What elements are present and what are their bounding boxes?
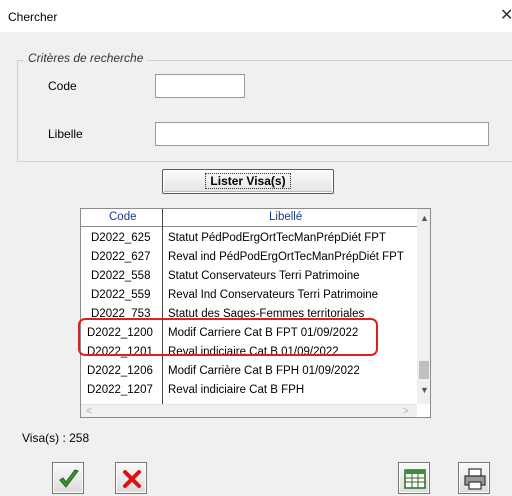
- title-bar: Chercher ✕: [0, 0, 512, 32]
- horizontal-scrollbar[interactable]: < >: [81, 404, 417, 417]
- cancel-button[interactable]: [115, 462, 147, 494]
- table-row[interactable]: D2022_559 Reval Ind Conservateurs Terri …: [81, 286, 417, 305]
- scroll-up-icon[interactable]: ▲: [420, 213, 429, 223]
- lister-visas-label: Lister Visa(s): [205, 173, 291, 189]
- table-row[interactable]: D2022_1201 Reval indiciaire Cat B 01/09/…: [81, 343, 417, 362]
- row-libelle: Statut Conservateurs Terri Patrimoine: [168, 270, 360, 282]
- row-code: D2022_1206: [87, 365, 153, 377]
- row-code: D2022_625: [91, 232, 151, 244]
- ok-button[interactable]: [52, 462, 84, 494]
- visa-results-grid[interactable]: Code Libellé D2022_625 Statut PédPodErgO…: [80, 208, 431, 418]
- row-libelle: Reval indiciaire Cat B 01/09/2022: [168, 346, 339, 358]
- code-input[interactable]: [155, 74, 245, 98]
- scroll-right-icon[interactable]: >: [403, 406, 409, 417]
- row-code: D2022_753: [91, 308, 151, 320]
- lister-visas-button[interactable]: Lister Visa(s): [162, 169, 334, 194]
- checkmark-icon: [59, 469, 79, 488]
- scroll-down-icon[interactable]: ▼: [420, 385, 429, 395]
- window-title: Chercher: [8, 10, 58, 24]
- row-code: D2022_1201: [87, 346, 153, 358]
- search-criteria-group: [17, 60, 512, 162]
- table-row[interactable]: D2022_625 Statut PédPodErgOrtTecManPrépD…: [81, 229, 417, 248]
- vertical-scrollbar[interactable]: ▲ ▼: [417, 209, 430, 404]
- scroll-left-icon[interactable]: <: [86, 406, 92, 417]
- export-spreadsheet-button[interactable]: [398, 462, 430, 494]
- code-label: Code: [48, 79, 77, 93]
- table-row[interactable]: D2022_1206 Modif Carrière Cat B FPH 01/0…: [81, 362, 417, 381]
- table-row[interactable]: D2022_1207 Reval indiciaire Cat B FPH: [81, 381, 417, 400]
- red-x-icon: [123, 470, 141, 488]
- print-button[interactable]: [458, 462, 490, 494]
- search-criteria-title: Critères de recherche: [24, 51, 148, 65]
- table-row[interactable]: D2022_1200 Modif Carriere Cat B FPT 01/0…: [81, 324, 417, 343]
- table-row[interactable]: D2022_627 Reval ind PédPodErgOrtTecManPr…: [81, 248, 417, 267]
- column-header-libelle[interactable]: Libellé: [269, 211, 302, 223]
- visa-count: Visa(s) : 258: [22, 431, 90, 445]
- row-libelle: Statut PédPodErgOrtTecManPrépDiét FPT: [168, 232, 386, 244]
- row-libelle: Statut des Sages-Femmes territoriales: [168, 308, 365, 320]
- table-row[interactable]: D2022_558 Statut Conservateurs Terri Pat…: [81, 267, 417, 286]
- libelle-input[interactable]: [155, 122, 489, 146]
- table-row[interactable]: D2022_753 Statut des Sages-Femmes territ…: [81, 305, 417, 324]
- row-libelle: Reval ind PédPodErgOrtTecManPrépDiét FPT: [168, 251, 404, 263]
- row-libelle: Modif Carriere Cat B FPT 01/09/2022: [168, 327, 359, 339]
- spreadsheet-icon: [404, 469, 426, 489]
- row-code: D2022_1207: [87, 384, 153, 396]
- printer-icon: [464, 468, 486, 490]
- row-libelle: Modif Carrière Cat B FPH 01/09/2022: [168, 365, 360, 377]
- row-libelle: Reval indiciaire Cat B FPH: [168, 384, 305, 396]
- grid-header: Code Libellé: [81, 209, 417, 227]
- row-code: D2022_627: [91, 251, 151, 263]
- close-icon[interactable]: ✕: [500, 6, 512, 26]
- row-code: D2022_1200: [87, 327, 153, 339]
- row-code: D2022_559: [91, 289, 151, 301]
- libelle-label: Libelle: [48, 127, 83, 141]
- column-header-code[interactable]: Code: [109, 211, 137, 223]
- row-code: D2022_558: [91, 270, 151, 282]
- row-libelle: Reval Ind Conservateurs Terri Patrimoine: [168, 289, 379, 301]
- scroll-thumb[interactable]: [419, 361, 429, 379]
